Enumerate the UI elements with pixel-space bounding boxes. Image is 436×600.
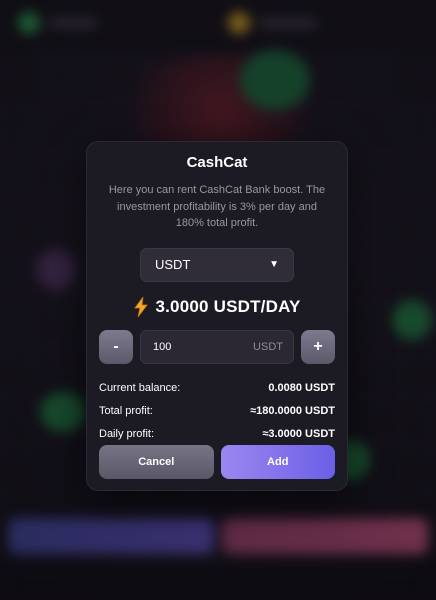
total-profit-value: ≈180.0000 USDT [250,404,335,417]
current-balance-label: Current balance: [99,381,181,394]
total-profit-row: Total profit: ≈180.0000 USDT [99,400,335,423]
daily-profit-value: ≈3.0000 USDT [262,427,335,440]
current-balance-value: 0.0080 USDT [268,381,335,394]
increase-amount-button[interactable]: + [301,329,335,364]
daily-profit-row: Daily profit: ≈3.0000 USDT [99,423,335,446]
modal-description: Here you can rent CashCat Bank boost. Th… [108,184,326,229]
add-button[interactable]: Add [220,445,335,479]
cancel-button[interactable]: Cancel [99,445,214,479]
currency-select[interactable]: USDT ▼ [140,247,294,282]
daily-profit-label: Daily profit: [99,427,155,440]
modal-actions: Cancel Add [99,445,335,479]
amount-unit: USDT [253,340,283,353]
currency-selected-value: USDT [155,257,191,272]
amount-stepper: - USDT + [99,329,335,364]
daily-rate-text: 3.0000 USDT/DAY [155,296,301,316]
daily-rate: 3.0000 USDT/DAY [99,295,335,319]
total-profit-label: Total profit: [99,404,153,417]
decrease-amount-button[interactable]: - [99,329,133,364]
lightning-bolt-icon [133,296,149,317]
caret-down-icon: ▼ [269,259,279,270]
amount-field[interactable]: USDT [140,329,294,364]
modal-title: CashCat [186,154,248,171]
profit-summary: Current balance: 0.0080 USDT Total profi… [99,377,335,446]
amount-input[interactable] [151,339,254,354]
current-balance-row: Current balance: 0.0080 USDT [99,377,335,400]
rent-boost-modal: CashCat Here you can rent CashCat Bank b… [86,141,348,491]
